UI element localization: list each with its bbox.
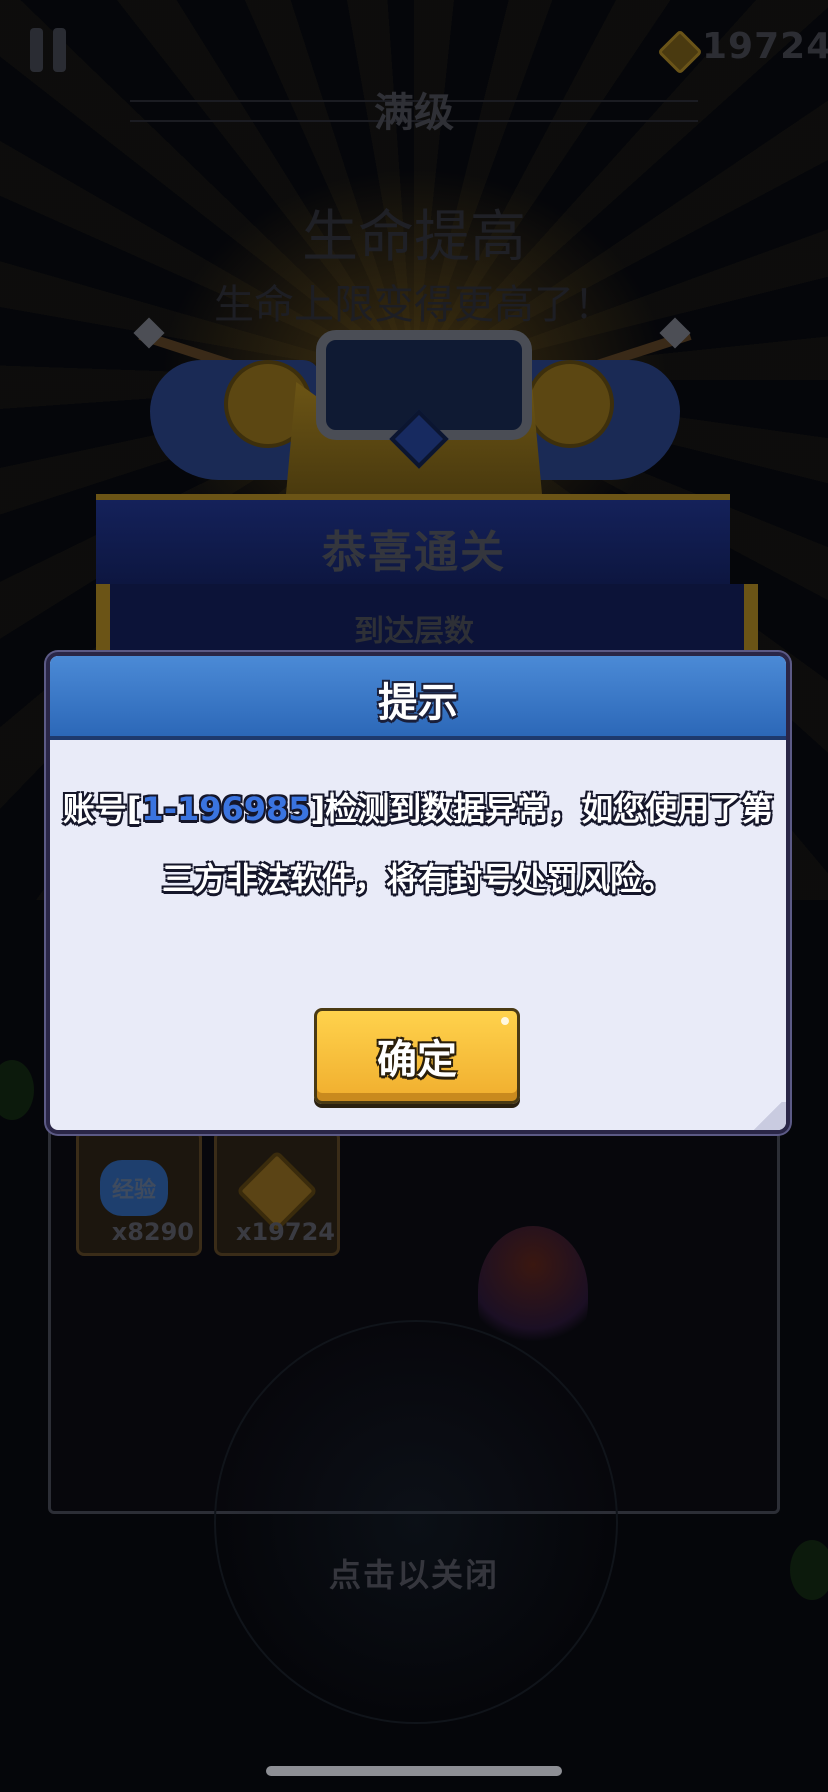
warning-dialog: 提示 账号[1-196985]检测到数据异常，如您使用了第 三方非法软件，将有封… [46, 652, 790, 1134]
dialog-message-line-2: 三方非法软件，将有封号处罚风险。 [161, 860, 674, 898]
confirm-button-label: 确定 [377, 1037, 457, 1083]
message-prefix: 账号[ [62, 790, 142, 828]
exp-badge-icon: 经验 [100, 1160, 168, 1216]
leaf-decoration-right [790, 1540, 828, 1600]
home-indicator[interactable] [266, 1766, 562, 1776]
confirm-button[interactable]: 确定 [314, 1008, 520, 1104]
horn-right-icon [526, 360, 614, 448]
dialog-message-line-1: 账号[1-196985]检测到数据异常，如您使用了第 [50, 774, 786, 844]
pause-icon[interactable] [30, 28, 68, 72]
max-level-label: 满级 [374, 90, 454, 136]
account-id: 1-196985 [141, 790, 311, 828]
dialog-message: 账号[1-196985]检测到数据异常，如您使用了第 三方非法软件，将有封号处罚… [50, 774, 786, 914]
gold-reward-count: x19724 [236, 1218, 335, 1246]
dialog-title: 提示 [378, 680, 458, 726]
bonus-description: 生命上限变得更高了！ [214, 282, 614, 328]
tap-to-close-label[interactable]: 点击以关闭 [0, 1550, 828, 1596]
victory-title: 恭喜通关 [322, 527, 506, 578]
hero-character-sprite [478, 1226, 588, 1356]
dialog-corner-fold [750, 1102, 786, 1130]
gold-counter: 19724 [702, 26, 828, 67]
button-shine [501, 1017, 509, 1025]
exp-reward-count: x8290 [111, 1218, 194, 1246]
bonus-title: 生命提高 [302, 205, 526, 270]
message-suffix: ]检测到数据异常，如您使用了第 [310, 790, 774, 828]
leaf-decoration-left [0, 1060, 34, 1120]
hero-platform-circle [214, 1320, 618, 1724]
floor-reached-label: 到达层数 [354, 614, 474, 649]
